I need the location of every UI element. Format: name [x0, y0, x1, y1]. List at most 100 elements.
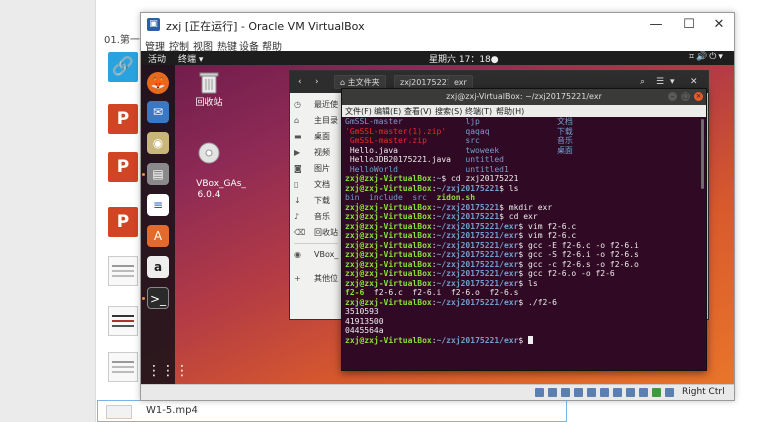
shared-folder-icon[interactable] [600, 388, 609, 397]
close-icon[interactable]: × [694, 92, 703, 101]
mouse-integration-icon[interactable] [652, 388, 661, 397]
terminal-text: ~/zxj20175221/exr [436, 335, 519, 345]
writer-icon[interactable]: ≡ [147, 194, 169, 216]
sidebar-item-recent[interactable]: ◷ 最近使 [290, 97, 342, 113]
terminal-app-menu[interactable]: 终端 ▾ [178, 52, 203, 65]
menu-edit[interactable]: 编辑(E) [374, 106, 401, 117]
minimize-icon[interactable]: – [668, 92, 677, 101]
document-thumbnail-icon[interactable] [108, 256, 138, 286]
audio-icon[interactable] [561, 388, 570, 397]
display-icon[interactable] [613, 388, 622, 397]
keyboard-icon[interactable] [665, 388, 674, 397]
terminal-scrollbar[interactable] [701, 119, 704, 189]
forward-button[interactable]: › [315, 75, 319, 89]
terminal-text: qaqaq [465, 126, 557, 136]
harddisk-icon[interactable] [535, 388, 544, 397]
sidebar-item-home[interactable]: ⌂ 主目录 [290, 113, 342, 129]
menu-view[interactable]: 查看(V) [404, 106, 432, 117]
sidebar-item-pictures[interactable]: ◙ 图片 [290, 161, 342, 177]
back-button[interactable]: ‹ [298, 75, 302, 89]
desktop-vbox-disc[interactable]: VBox_GAs_ 6.0.4 [179, 119, 246, 212]
window-titlebar[interactable]: ▣ zxj [正在运行] - Oracle VM VirtualBox — ☐ … [141, 13, 734, 37]
music-icon: ♪ [294, 212, 300, 221]
maximize-button[interactable]: ☐ [676, 16, 702, 34]
terminal-text: zxj@zxj-VirtualBox [345, 231, 432, 240]
menu-search[interactable]: 搜索(S) [435, 106, 462, 117]
desktop-trash[interactable]: 回收站 [179, 71, 239, 109]
breadcrumb-home[interactable]: ⌂ 主文件夹 [334, 75, 386, 89]
terminal-text: ~/zxj20175221/exr [436, 259, 519, 269]
terminal-text: $ gcc -S f2-6.i -o f2-6.s [518, 250, 639, 259]
usb-icon[interactable] [587, 388, 596, 397]
terminal-text: zxj@zxj-VirtualBox [345, 269, 432, 278]
files-icon[interactable]: ▤ [147, 163, 169, 185]
terminal-icon[interactable]: >_ [147, 287, 169, 309]
sidebar-item-other-locations[interactable]: + 其他位 [290, 271, 342, 287]
terminal-titlebar[interactable]: zxj@zxj-VirtualBox: ~/zxj20175221/exr – … [342, 89, 706, 105]
terminal-text: zxj@zxj-VirtualBox [345, 250, 432, 259]
sidebar-item-videos[interactable]: ▶ 视频 [290, 145, 342, 161]
terminal-text: untitled [465, 155, 504, 164]
cpu-icon[interactable] [639, 388, 648, 397]
guest-desktop[interactable]: 活动 终端 ▾ 星期六 17：18● ⌗🔊⏻▾ 🦊 ✉ ◉ ▤ ≡ A a >_… [141, 51, 734, 384]
rhythmbox-icon[interactable]: ◉ [147, 132, 169, 154]
menu-icon[interactable]: ▾ [670, 75, 675, 89]
terminal-output[interactable]: GmSSL-master ljp 文档 'GmSSL-master(1).zip'… [345, 117, 701, 369]
close-icon[interactable]: ✕ [690, 75, 698, 89]
view-options-icon[interactable]: ☰ [656, 75, 664, 89]
amazon-icon[interactable]: a [147, 256, 169, 278]
optical-drive-icon[interactable] [548, 388, 557, 397]
terminal-text: zxj@zxj-VirtualBox [345, 335, 432, 345]
sidebar-item-trash[interactable]: ⌫ 回收站 [290, 225, 342, 241]
terminal-text: $ gcc f2-6.o -o f2-6 [518, 269, 615, 278]
show-apps-icon[interactable]: ⋮⋮⋮ [147, 360, 189, 382]
terminal-text: ~/zxj20175221/exr [436, 240, 519, 250]
document-thumbnail-icon[interactable] [108, 306, 138, 336]
terminal-text: 'GmSSL-master(1).zip' [345, 126, 466, 136]
ppt-file-icon[interactable]: P [108, 152, 138, 182]
activities-button[interactable]: 活动 [148, 52, 166, 65]
search-icon[interactable]: ⌕ [640, 75, 645, 89]
terminal-text: zxj@zxj-VirtualBox [345, 297, 432, 307]
thunderbird-icon[interactable]: ✉ [147, 101, 169, 123]
ppt-file-icon[interactable]: P [108, 104, 138, 134]
host-file-row-selected[interactable]: W1-5.mp4 [97, 400, 567, 422]
menu-help[interactable]: 帮助(H) [496, 106, 524, 117]
terminal-text: GmSSL-master [345, 117, 466, 126]
terminal-cursor [528, 335, 534, 344]
terminal-line: zxj@zxj-VirtualBox:~/zxj20175221/exr$ vi… [345, 231, 701, 241]
maximize-icon[interactable]: □ [681, 92, 690, 101]
sidebar-item-vbox-disc[interactable]: ◉ VBox_ [290, 247, 342, 263]
menu-terminal[interactable]: 终端(T) [465, 106, 492, 117]
trash-icon: ⌫ [294, 228, 306, 237]
file-name: W1-5.mp4 [146, 405, 198, 416]
menu-file[interactable]: 文件(F) [345, 106, 372, 117]
network-icon[interactable] [574, 388, 583, 397]
ppt-file-icon[interactable]: P [108, 207, 138, 237]
optical-disc-icon [198, 142, 220, 164]
breadcrumb-exr[interactable]: exr [448, 75, 473, 89]
terminal-line: zxj@zxj-VirtualBox:~$ cd zxj20175221 [345, 174, 701, 184]
recording-icon[interactable] [626, 388, 635, 397]
terminal-text: $ mkdir exr [499, 202, 553, 212]
sidebar-item-documents[interactable]: ▯ 文档 [290, 177, 342, 193]
terminal-window[interactable]: zxj@zxj-VirtualBox: ~/zxj20175221/exr – … [341, 88, 707, 371]
folder-icon: ▬ [294, 132, 302, 141]
firefox-icon[interactable]: 🦊 [147, 72, 169, 94]
close-button[interactable]: ✕ [706, 16, 732, 34]
clock[interactable]: 星期六 17：18● [429, 52, 499, 65]
virtualbox-statusbar: Right Ctrl [141, 384, 734, 400]
trash-label: 回收站 [195, 98, 223, 108]
sidebar-item-music[interactable]: ♪ 音乐 [290, 209, 342, 225]
software-center-icon[interactable]: A [147, 225, 169, 247]
system-tray[interactable]: ⌗🔊⏻▾ [689, 52, 725, 62]
minimize-button[interactable]: — [643, 16, 669, 34]
sidebar-item-desktop[interactable]: ▬ 桌面 [290, 129, 342, 145]
terminal-line: 'GmSSL-master(1).zip' qaqaq 下载 [345, 127, 701, 137]
document-thumbnail-icon[interactable] [108, 352, 138, 382]
terminal-line: zxj@zxj-VirtualBox:~/zxj20175221/exr$ gc… [345, 250, 701, 260]
link-file-icon[interactable]: 🔗 [108, 52, 138, 82]
terminal-line: zxj@zxj-VirtualBox:~/zxj20175221$ ls [345, 184, 701, 194]
sidebar-item-downloads[interactable]: ↓ 下载 [290, 193, 342, 209]
terminal-text: $ ./f2-6 [518, 297, 557, 307]
